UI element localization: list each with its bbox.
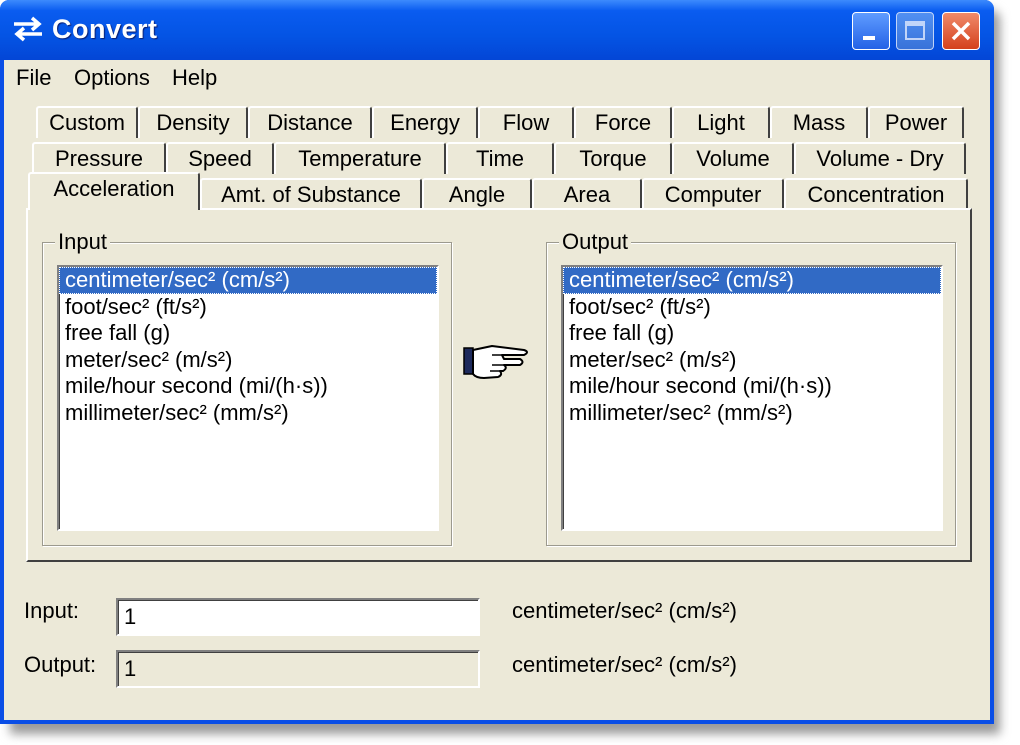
menu-file[interactable]: File: [16, 65, 51, 91]
list-item[interactable]: meter/sec² (m/s²): [563, 347, 941, 374]
title-bar[interactable]: Convert: [0, 0, 994, 60]
close-button[interactable]: [942, 12, 980, 50]
tab-amt-of-substance[interactable]: Amt. of Substance: [200, 178, 422, 210]
output-value-field: 1: [116, 650, 480, 688]
tab-angle[interactable]: Angle: [422, 178, 532, 210]
tab-flow[interactable]: Flow: [478, 106, 574, 138]
window-title: Convert: [52, 14, 158, 44]
tab-volume-dry[interactable]: Volume - Dry: [794, 142, 966, 174]
list-item[interactable]: centimeter/sec² (cm/s²): [563, 267, 941, 294]
input-label: Input:: [24, 598, 80, 623]
list-item[interactable]: meter/sec² (m/s²): [59, 347, 437, 374]
list-item[interactable]: foot/sec² (ft/s²): [563, 294, 941, 321]
tab-computer[interactable]: Computer: [642, 178, 784, 210]
tab-mass[interactable]: Mass: [770, 106, 868, 138]
list-item[interactable]: mile/hour second (mi/(h·s)): [59, 373, 437, 400]
maximize-button[interactable]: [896, 12, 934, 50]
convert-window: Convert File Options Help Custom Density…: [0, 0, 994, 724]
output-group-label: Output: [559, 229, 632, 255]
maximize-icon: [905, 21, 925, 40]
client-area: File Options Help Custom Density Distanc…: [4, 60, 990, 720]
tab-custom[interactable]: Custom: [36, 106, 138, 138]
convert-arrows-icon: [14, 16, 42, 42]
output-group: Output centimeter/sec² (cm/s²) foot/sec²…: [546, 229, 956, 546]
tab-panel-acceleration: Input centimeter/sec² (cm/s²) foot/sec² …: [26, 208, 972, 562]
list-item[interactable]: millimeter/sec² (mm/s²): [563, 400, 941, 427]
input-unit-label: centimeter/sec² (cm/s²): [512, 598, 737, 623]
input-group-label: Input: [55, 229, 110, 255]
tab-speed[interactable]: Speed: [166, 142, 274, 174]
output-unit-label: centimeter/sec² (cm/s²): [512, 652, 737, 677]
list-item[interactable]: mile/hour second (mi/(h·s)): [563, 373, 941, 400]
minimize-icon: [863, 36, 875, 40]
minimize-button[interactable]: [852, 12, 890, 50]
tab-concentration[interactable]: Concentration: [784, 178, 968, 210]
pointing-hand-icon[interactable]: [462, 338, 534, 382]
list-item[interactable]: millimeter/sec² (mm/s²): [59, 400, 437, 427]
tab-light[interactable]: Light: [672, 106, 770, 138]
tab-density[interactable]: Density: [138, 106, 248, 138]
input-group: Input centimeter/sec² (cm/s²) foot/sec² …: [42, 229, 452, 546]
list-item[interactable]: free fall (g): [59, 320, 437, 347]
menu-help[interactable]: Help: [172, 65, 217, 91]
menu-bar: File Options Help: [4, 60, 990, 94]
tab-energy[interactable]: Energy: [372, 106, 478, 138]
tab-temperature[interactable]: Temperature: [274, 142, 446, 174]
input-value-field[interactable]: 1: [116, 598, 480, 636]
list-item[interactable]: centimeter/sec² (cm/s²): [59, 267, 437, 294]
menu-options[interactable]: Options: [74, 65, 150, 91]
input-unit-list[interactable]: centimeter/sec² (cm/s²) foot/sec² (ft/s²…: [57, 265, 439, 531]
list-item[interactable]: free fall (g): [563, 320, 941, 347]
tab-time[interactable]: Time: [446, 142, 554, 174]
list-item[interactable]: foot/sec² (ft/s²): [59, 294, 437, 321]
output-unit-list[interactable]: centimeter/sec² (cm/s²) foot/sec² (ft/s²…: [561, 265, 943, 531]
output-label: Output:: [24, 652, 97, 677]
tab-area[interactable]: Area: [532, 178, 642, 210]
tab-torque[interactable]: Torque: [554, 142, 672, 174]
tab-force[interactable]: Force: [574, 106, 672, 138]
close-icon: [951, 21, 971, 41]
tab-pressure[interactable]: Pressure: [32, 142, 166, 174]
tab-power[interactable]: Power: [868, 106, 964, 138]
tab-distance[interactable]: Distance: [248, 106, 372, 138]
tab-volume[interactable]: Volume: [672, 142, 794, 174]
tab-acceleration[interactable]: Acceleration: [28, 172, 200, 210]
